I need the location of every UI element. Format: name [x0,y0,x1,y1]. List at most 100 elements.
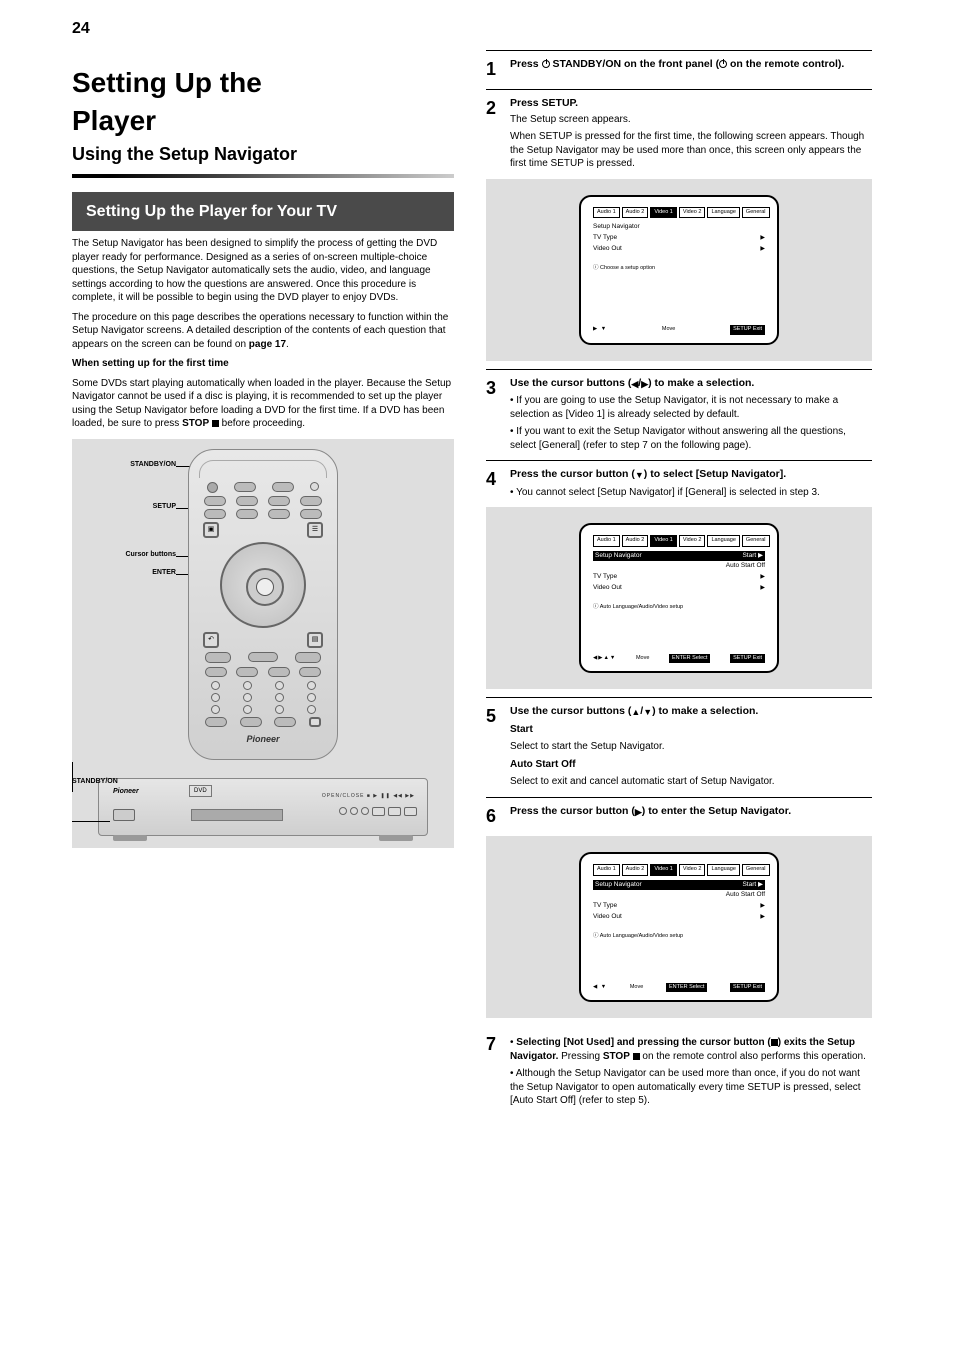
remote-button [205,717,227,727]
player-btn [339,807,347,815]
remote-play [248,652,278,662]
down-arrow-icon: ▼ [643,707,652,717]
stop-icon [633,1053,640,1060]
step-2-sub: The Setup screen appears. [510,113,872,127]
figure-area: STANDBY/ON SETUP Cursor buttons ENTER [72,439,454,848]
remote-menu: ☰ [307,522,323,538]
remote-rew [236,667,258,677]
callout-player-standby: STANDBY/ON [72,778,118,786]
callout-line [72,762,73,792]
remote-button [309,717,321,727]
step-4-bullet: • You cannot select [Setup Navigator] if… [510,486,872,500]
remote-next [299,667,321,677]
step-7: 7 • Selecting [Not Used] and pressing th… [486,1026,872,1108]
remote-button [268,509,290,519]
step-1-num: 1 [486,57,504,81]
step-2-note: When SETUP is pressed for the first time… [510,130,872,171]
remote-button [274,717,296,727]
when-p1: Some DVDs start playing automatically wh… [72,377,454,431]
step-1-title: Press STANDBY/ON on the front panel ( on… [510,58,844,70]
stop-icon [771,1039,778,1046]
step-4-num: 4 [486,467,504,499]
callout-standby: STANDBY/ON [76,461,176,469]
stop-icon [212,420,219,427]
remote-logo: Pioneer [199,733,327,745]
remote-button [268,496,290,506]
remote-button [204,496,226,506]
step-6-title: Press the cursor button (▶) to enter the… [510,805,791,817]
intro-p2: The procedure on this page describes the… [72,311,454,352]
remote-enter-button [256,578,274,596]
remote-button [234,482,256,492]
tv-tab: General [742,207,770,218]
remote-pause [295,652,321,663]
step-5-title: Use the cursor buttons (▲/▼) to make a s… [510,705,758,717]
remote-cursor-ring [220,542,306,628]
player-tray [191,809,283,821]
step-3-b1: • If you are going to use the Setup Navi… [510,394,872,421]
remote-return: ↶ [203,632,219,648]
intro-p2-b: . [286,339,289,350]
step-4-title: Press the cursor button (▼) to select [S… [510,468,786,480]
tv-tab: Audio 1 [593,207,620,218]
remote-button [300,509,322,519]
page-title-block: Setting Up the Player Using the Setup Na… [72,64,454,178]
step-5: 5 Use the cursor buttons (▲/▼) to make a… [486,697,872,789]
step-4: 4 Press the cursor button (▼) to select … [486,460,872,689]
step-6: 6 Press the cursor button (▶) to enter t… [486,797,872,1018]
step-2-num: 2 [486,96,504,171]
power-icon [542,60,550,68]
intro-text: The Setup Navigator has been designed to… [72,237,454,351]
power-icon [719,60,727,68]
title-divider [72,174,454,178]
remote-button [236,509,258,519]
callout-line [72,821,110,822]
when-block: When setting up for the first time Some … [72,357,454,431]
remote-button [240,717,262,727]
remote-control-illustration: ▣ ☰ ↶ ▤ [188,449,338,760]
tv-tab: Video 2 [679,207,706,218]
remote-setup-button [204,509,226,519]
remote-power-button [207,482,218,493]
remote-display: ▤ [307,632,323,648]
tv-screen-3: Audio 1 Audio 2 Video 1 Video 2 Language… [579,852,779,1002]
tv-tab: Audio 2 [622,207,649,218]
step-2: 2 Press SETUP. The Setup screen appears.… [486,89,872,361]
player-dvd-badge: DVD [189,785,212,797]
remote-button [236,496,258,506]
tv-screen-1: Audio 1 Audio 2 Video 1 Video 2 Language… [579,195,779,345]
player-btn [361,807,369,815]
player-btn [404,807,417,816]
callout-enter: ENTER [76,569,176,577]
tv-tab: Language [707,207,739,218]
section-heading: Setting Up the Player for Your TV [72,192,454,231]
step-7-note: • Although the Setup Navigator can be us… [510,1067,872,1108]
remote-button [272,482,294,492]
title-line1: Setting Up the [72,64,454,102]
right-arrow-icon: ▶ [635,807,642,817]
remote-button [300,496,322,506]
player-btn [372,807,385,816]
callout-cursor: Cursor buttons [76,551,176,559]
step-3: 3 Use the cursor buttons (◀/▶) to make a… [486,369,872,453]
remote-top-menu: ▣ [203,522,219,538]
remote-ff [268,667,290,677]
down-arrow-icon: ▼ [635,470,644,480]
remote-button [310,482,319,491]
left-arrow-icon: ◀ [631,379,638,389]
title-line2: Player [72,102,454,140]
remote-stop [205,652,231,663]
step-3-b2: • If you want to exit the Setup Navigato… [510,425,872,452]
player-standby-button [113,809,135,821]
tv-tab-selected: Video 1 [650,207,677,218]
player-btn [388,807,401,816]
step-7-num: 7 [486,1032,504,1108]
step-3-title: Use the cursor buttons (◀/▶) to make a s… [510,377,754,389]
player-unit-illustration: Pioneer DVD OPEN/CLOSE ■ ▶ ❚❚ ◀◀ ▶▶ [98,778,428,836]
player-logo: Pioneer [113,787,139,796]
up-arrow-icon: ▲ [631,707,640,717]
tv-screen-2: Audio 1 Audio 2 Video 1 Video 2 Language… [579,523,779,673]
page-ref-17: page 17 [249,339,286,350]
step-6-num: 6 [486,804,504,828]
step-7-title: • Selecting [Not Used] and pressing the … [510,1036,872,1063]
